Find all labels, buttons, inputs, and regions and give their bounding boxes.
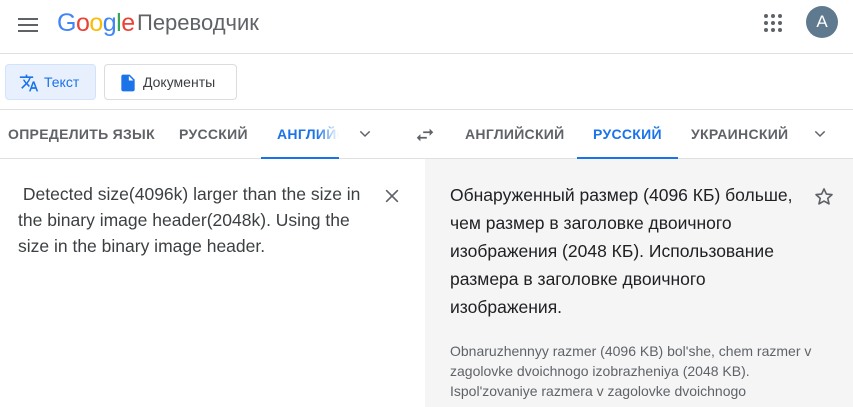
tab-target-ukrainian[interactable]: УКРАИНСКИЙ: [691, 110, 788, 159]
logo-letter: o: [75, 9, 90, 37]
mode-toolbar: Текст Документы: [0, 54, 853, 110]
chevron-down-icon[interactable]: [812, 126, 828, 142]
text-mode-button[interactable]: Текст: [5, 64, 96, 100]
logo-letter: g: [102, 9, 117, 37]
tab-target-english[interactable]: АНГЛИЙСКИЙ: [465, 110, 565, 159]
product-name: Переводчик: [137, 10, 259, 35]
star-icon[interactable]: [813, 186, 835, 208]
logo-letter: o: [89, 9, 103, 37]
logo-letter: e: [121, 9, 135, 37]
chevron-down-icon[interactable]: [357, 126, 373, 142]
language-bar: ОПРЕДЕЛИТЬ ЯЗЫК РУССКИЙ АНГЛИЙСКИЙ АНГЛИ…: [0, 110, 853, 159]
close-icon[interactable]: [382, 186, 402, 206]
tab-source-english[interactable]: АНГЛИЙСКИЙ: [261, 110, 339, 159]
text-mode-label: Текст: [44, 74, 80, 90]
documents-mode-label: Документы: [143, 74, 216, 90]
source-text-input[interactable]: Detected size(4096k) larger than the siz…: [18, 181, 368, 259]
source-panel: Detected size(4096k) larger than the siz…: [0, 159, 425, 407]
tab-detect-language[interactable]: ОПРЕДЕЛИТЬ ЯЗЫК: [8, 110, 155, 159]
google-logo[interactable]: Google: [57, 8, 135, 38]
documents-mode-button[interactable]: Документы: [104, 64, 237, 100]
account-avatar[interactable]: A: [806, 6, 838, 38]
logo-letter: G: [57, 9, 76, 37]
transliteration-text: Obnaruzhennyy razmer (4096 KB) bol'she, …: [450, 343, 812, 399]
hamburger-menu-icon[interactable]: [18, 14, 40, 34]
swap-languages-icon[interactable]: [414, 124, 436, 146]
tab-target-russian[interactable]: РУССКИЙ: [577, 110, 678, 159]
translation-text: Обнаруженный размер (4096 КБ) больше, че…: [450, 185, 793, 317]
translate-icon: [19, 74, 39, 92]
document-icon: [121, 74, 135, 92]
top-app-bar: Google Переводчик A: [0, 0, 853, 54]
tab-source-russian[interactable]: РУССКИЙ: [179, 110, 248, 159]
apps-grid-icon[interactable]: [764, 14, 782, 32]
translation-panel: Обнаруженный размер (4096 КБ) больше, че…: [425, 159, 853, 407]
